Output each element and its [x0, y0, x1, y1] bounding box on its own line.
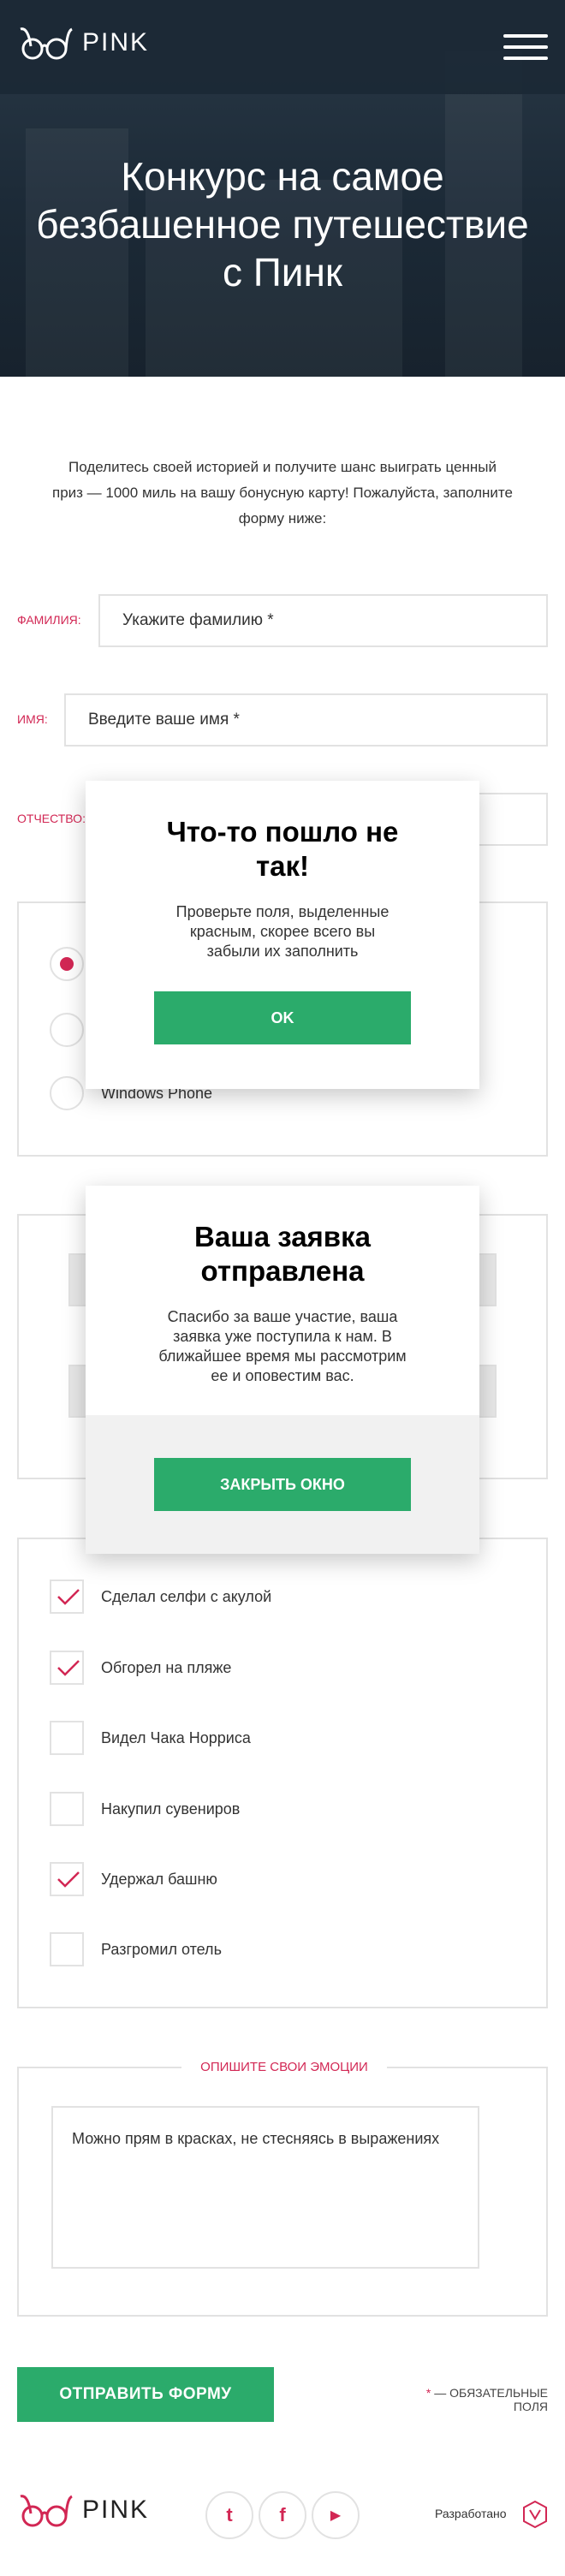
check-icon: [57, 1660, 80, 1676]
radio-option[interactable]: [50, 947, 84, 981]
logo-text: PINK: [82, 28, 150, 57]
hamburger-icon-line: [503, 45, 548, 49]
facebook-link[interactable]: f: [259, 2491, 306, 2539]
check-icon: [57, 1871, 80, 1888]
checkbox-checked[interactable]: [50, 1580, 84, 1614]
surname-row: ФАМИЛИЯ:: [17, 594, 548, 647]
required-fields-note: * — ОБЯЗАТЕЛЬНЫЕ ПОЛЯ: [394, 2386, 548, 2413]
checkbox-row[interactable]: Сделал селфи с акулой: [50, 1580, 271, 1614]
error-modal: Что-то пошло не так! Проверьте поля, выд…: [86, 781, 479, 1089]
site-logo[interactable]: PINK: [17, 26, 149, 60]
footer-logo-text: PINK: [82, 2496, 150, 2524]
surname-input[interactable]: [98, 594, 548, 647]
close-window-button[interactable]: ЗАКРЫТЬ ОКНО: [154, 1458, 411, 1511]
surname-label: ФАМИЛИЯ:: [17, 613, 81, 627]
developer-logo-icon[interactable]: [522, 2500, 548, 2529]
checkbox[interactable]: [50, 1721, 84, 1755]
checkbox-checked[interactable]: [50, 1651, 84, 1685]
checkbox-label: Разгромил отель: [101, 1940, 222, 1958]
success-modal-text: Спасибо за ваше участие, ваша заявка уже…: [158, 1308, 407, 1384]
success-modal: Ваша заявка отправлена Спасибо за ваше у…: [86, 1186, 479, 1554]
checkbox-label: Удержал башню: [101, 1870, 217, 1888]
checkbox-label: Обгорел на пляже: [101, 1658, 232, 1676]
checkbox-row[interactable]: Видел Чака Норриса: [50, 1721, 251, 1755]
radio-button[interactable]: [50, 1013, 84, 1047]
checkbox-row[interactable]: Накупил сувениров: [50, 1792, 240, 1826]
checkbox[interactable]: [50, 1792, 84, 1826]
patronymic-label: ОТЧЕСТВО:: [17, 812, 86, 825]
name-input[interactable]: [64, 693, 548, 747]
glasses-icon: [20, 2495, 73, 2527]
checkbox[interactable]: [50, 1932, 84, 1966]
developer-label: Разработано: [435, 2507, 507, 2520]
facebook-icon: f: [279, 2504, 286, 2525]
error-ok-button[interactable]: OK: [154, 991, 411, 1044]
checkbox-label: Видел Чака Норриса: [101, 1728, 251, 1746]
checkbox-label: Сделал селфи с акулой: [101, 1587, 272, 1605]
error-modal-text: Проверьте поля, выделенные красным, скор…: [175, 903, 390, 960]
page-title: Конкурс на самое безбашенное путешествие…: [36, 154, 529, 294]
youtube-link[interactable]: ▶: [312, 2491, 360, 2539]
twitter-icon: t: [226, 2504, 233, 2525]
error-modal-title: Что-то пошло не так!: [166, 816, 399, 882]
hamburger-icon: [503, 34, 548, 38]
menu-button[interactable]: [503, 34, 548, 62]
hero-header: PINK Конкурс на самое безбашенное путеше…: [0, 0, 565, 377]
emotions-legend: ОПИШИТЕ СВОИ ЭМОЦИИ: [19, 2060, 550, 2075]
emotions-legend-text: ОПИШИТЕ СВОИ ЭМОЦИИ: [181, 2060, 387, 2074]
checkbox-checked[interactable]: [50, 1862, 84, 1896]
youtube-icon: ▶: [330, 2508, 342, 2523]
checkbox-row[interactable]: Обгорел на пляже: [50, 1651, 231, 1685]
glasses-icon: [20, 27, 73, 60]
success-modal-title: Ваша заявка отправлена: [194, 1221, 371, 1287]
checkbox-label: Накупил сувениров: [101, 1800, 241, 1817]
hamburger-icon-line: [503, 57, 548, 60]
name-label: ИМЯ:: [17, 712, 48, 726]
footer-logo[interactable]: PINK: [17, 2493, 149, 2527]
check-icon: [57, 1589, 80, 1605]
radio-button[interactable]: [50, 1076, 84, 1110]
intro-text: Поделитесь своей историей и получите шан…: [52, 459, 513, 527]
radio-button-selected[interactable]: [50, 947, 84, 981]
checkbox-row[interactable]: Разгромил отель: [50, 1932, 222, 1966]
twitter-link[interactable]: t: [205, 2491, 253, 2539]
submit-form-button[interactable]: ОТПРАВИТЬ ФОРМУ: [17, 2367, 274, 2422]
emotions-textarea[interactable]: Можно прям в красках, не стесняясь в выр…: [51, 2106, 479, 2269]
checkbox-row[interactable]: Удержал башню: [50, 1862, 217, 1896]
required-text: — ОБЯЗАТЕЛЬНЫЕ ПОЛЯ: [431, 2386, 548, 2413]
radio-option[interactable]: [50, 1013, 84, 1047]
name-row: ИМЯ:: [17, 693, 548, 747]
